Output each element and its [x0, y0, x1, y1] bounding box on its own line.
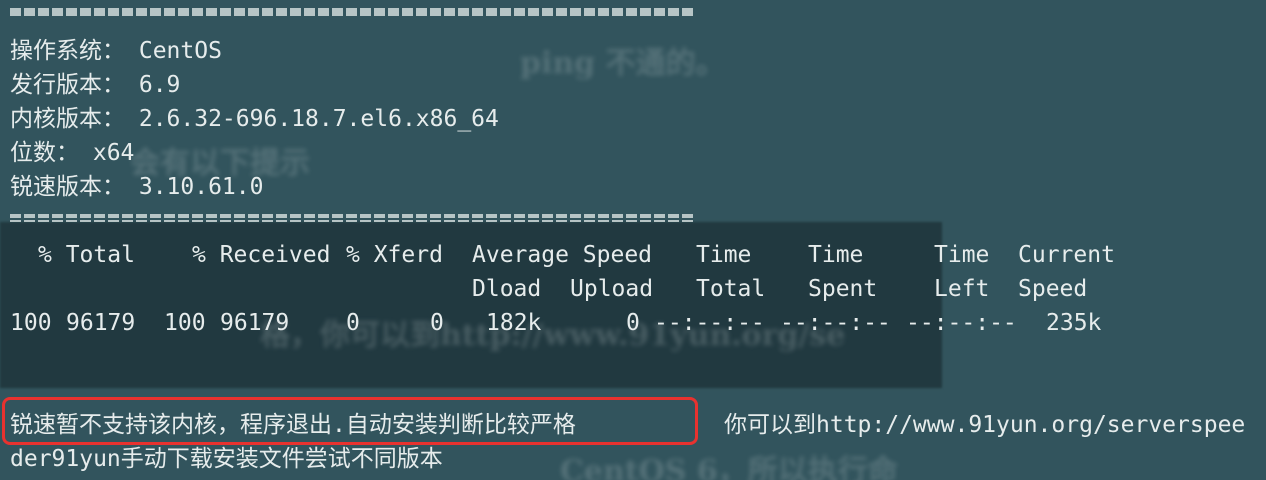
curl-header-total: Total [696, 276, 766, 302]
curl-header-dload: Dload [472, 276, 542, 302]
arch-info-line: 位数： x64 [10, 140, 135, 166]
curl-value-percent-total: 100 [10, 310, 52, 336]
error-message: 锐速暂不支持该内核，程序退出.自动安装判断比较严格 [10, 412, 576, 438]
curl-value-time-total: --:--:-- [654, 310, 765, 336]
blurred-bg-text: ping 不通的。 [520, 46, 726, 81]
curl-header-time-spent: Time [808, 242, 864, 268]
curl-header-xferd: % Xferd [346, 242, 443, 268]
curl-header-speed: Speed [1018, 276, 1088, 302]
curl-value-time-spent: --:--:-- [780, 310, 891, 336]
curl-value-xferd: 0 [430, 310, 444, 336]
os-info-line: 操作系统： CentOS [10, 38, 222, 64]
error-hint-line: der91yun手动下载安装文件尝试不同版本 [10, 446, 443, 472]
curl-header-time-left: Time [934, 242, 990, 268]
separator-line [10, 214, 696, 222]
curl-value-dload: 182k [486, 310, 542, 336]
curl-value-percent-received: 100 [164, 310, 206, 336]
curl-header-left: Left [934, 276, 990, 302]
curl-header-time-total: Time [696, 242, 752, 268]
error-hint-url: 你可以到http://www.91yun.org/serverspee [724, 412, 1246, 438]
curl-value-percent-xferd: 0 [346, 310, 360, 336]
curl-value-time-left: --:--:-- [906, 310, 1017, 336]
blurred-dark-panel [0, 222, 942, 388]
blurred-bg-text: CentOS 6，所以执行命 [560, 454, 898, 480]
curl-header-received: % Received [192, 242, 331, 268]
curl-header-average-speed: Average Speed [472, 242, 653, 268]
curl-value-upload: 0 [626, 310, 640, 336]
serverspeeder-version-line: 锐速版本： 3.10.61.0 [10, 174, 264, 200]
release-info-line: 发行版本： 6.9 [10, 72, 181, 98]
curl-header-total: % Total [38, 242, 135, 268]
curl-header-spent: Spent [808, 276, 878, 302]
curl-value-current-speed: 235k [1046, 310, 1102, 336]
curl-header-upload: Upload [570, 276, 654, 302]
separator-line [10, 8, 696, 16]
curl-header-current: Current [1018, 242, 1115, 268]
kernel-info-line: 内核版本： 2.6.32-696.18.7.el6.x86_64 [10, 106, 499, 132]
curl-value-total: 96179 [66, 310, 136, 336]
curl-value-received: 96179 [220, 310, 290, 336]
